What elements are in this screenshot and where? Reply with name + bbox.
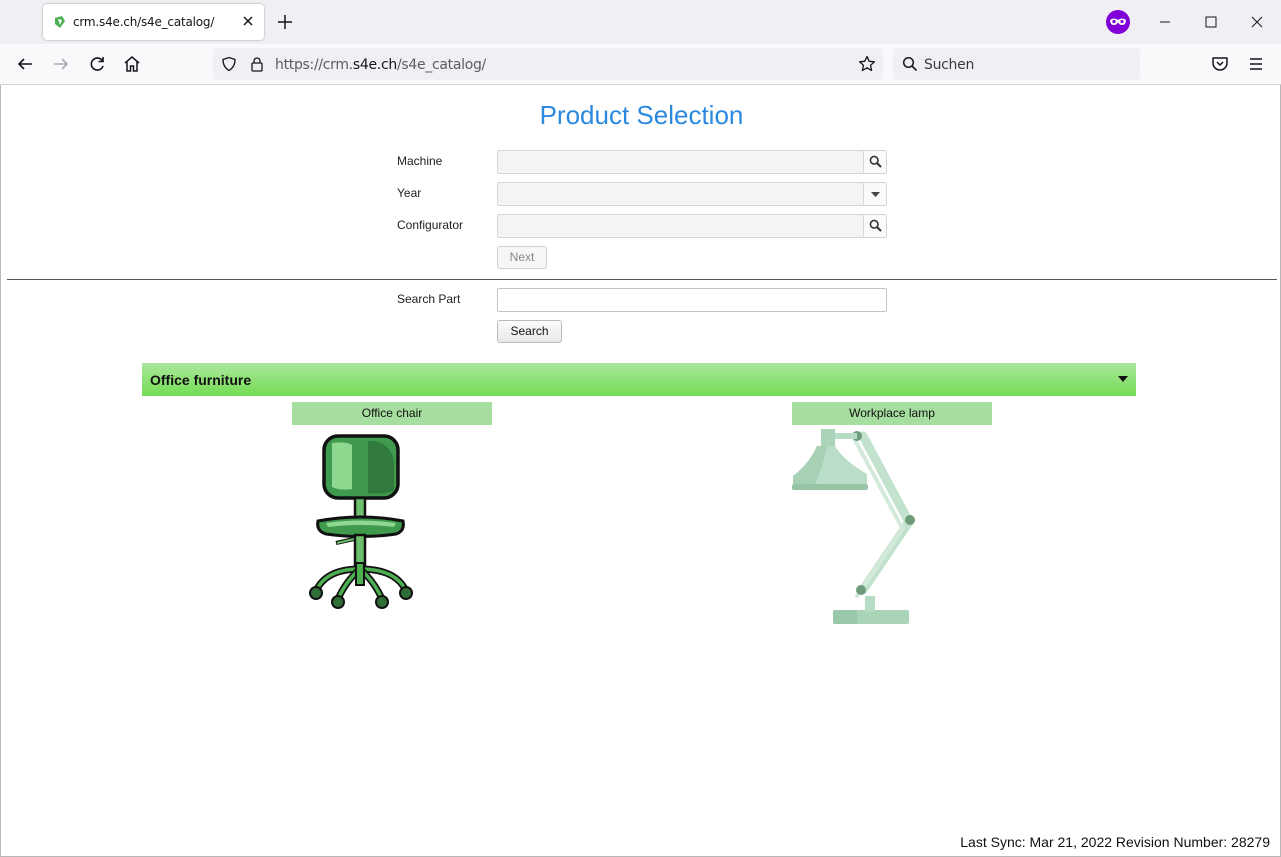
search-icon (869, 219, 882, 232)
bookmark-star-icon[interactable] (858, 55, 876, 73)
configurator-field[interactable] (497, 214, 887, 238)
chevron-down-icon (871, 192, 880, 197)
close-window-icon[interactable] (1247, 12, 1267, 32)
machine-search-button[interactable] (863, 151, 886, 173)
category-header[interactable]: Office furniture (142, 363, 1136, 396)
forward-arrow-icon[interactable] (51, 54, 71, 74)
next-button[interactable]: Next (497, 246, 547, 269)
reload-icon[interactable] (87, 54, 107, 74)
year-label: Year (397, 186, 422, 200)
url-prefix: https://crm. (275, 57, 353, 73)
machine-label: Machine (397, 154, 443, 168)
home-icon[interactable] (122, 54, 142, 74)
year-dropdown-button[interactable] (863, 183, 886, 205)
category-title: Office furniture (150, 372, 252, 388)
back-arrow-icon[interactable] (15, 54, 35, 74)
desk-lamp-image[interactable] (791, 424, 921, 626)
new-tab-icon[interactable] (276, 13, 294, 31)
browser-tab[interactable]: crm.s4e.ch/s4e_catalog/ (43, 4, 264, 40)
search-button[interactable]: Search (497, 320, 562, 343)
product-label[interactable]: Office chair (292, 402, 492, 425)
site-favicon-icon (55, 16, 65, 28)
close-tab-icon[interactable] (240, 13, 256, 29)
shield-icon[interactable] (221, 56, 237, 72)
product-card-workplace-lamp[interactable]: Workplace lamp (792, 402, 992, 425)
web-search-bar[interactable]: Suchen (893, 48, 1140, 80)
office-chair-image[interactable] (306, 433, 416, 611)
page-content: Product Selection Machine Year Configura… (0, 85, 1281, 857)
configurator-search-button[interactable] (863, 215, 886, 237)
url-path: /s4e_catalog/ (396, 57, 486, 73)
page-title: Product Selection (539, 100, 744, 130)
tab-title: crm.s4e.ch/s4e_catalog/ (73, 15, 215, 29)
search-part-label: Search Part (397, 292, 461, 306)
search-part-input[interactable] (497, 288, 887, 312)
year-select[interactable] (497, 182, 887, 206)
browser-navbar: https://crm.s4e.ch/s4e_catalog/ Suchen (0, 44, 1281, 85)
hamburger-menu-icon[interactable] (1246, 54, 1266, 74)
pocket-icon[interactable] (1210, 54, 1230, 74)
sync-status-footer: Last Sync: Mar 21, 2022 Revision Number:… (960, 834, 1270, 850)
product-card-office-chair[interactable]: Office chair (292, 402, 492, 425)
search-icon (902, 56, 918, 72)
private-browsing-icon (1106, 10, 1130, 34)
search-icon (869, 155, 882, 168)
lock-icon[interactable] (249, 56, 265, 72)
machine-field[interactable] (497, 150, 887, 174)
browser-tabstrip: crm.s4e.ch/s4e_catalog/ (0, 0, 1281, 44)
address-bar[interactable]: https://crm.s4e.ch/s4e_catalog/ (213, 48, 883, 80)
maximize-window-icon[interactable] (1201, 12, 1221, 32)
url-text[interactable]: https://crm.s4e.ch/s4e_catalog/ (275, 57, 486, 73)
minimize-window-icon[interactable] (1155, 12, 1175, 32)
chevron-down-icon[interactable] (1118, 375, 1128, 383)
product-label[interactable]: Workplace lamp (792, 402, 992, 425)
configurator-label: Configurator (397, 218, 464, 232)
url-domain: s4e.ch (352, 57, 397, 73)
web-search-placeholder: Suchen (924, 57, 975, 73)
section-divider (7, 279, 1277, 280)
